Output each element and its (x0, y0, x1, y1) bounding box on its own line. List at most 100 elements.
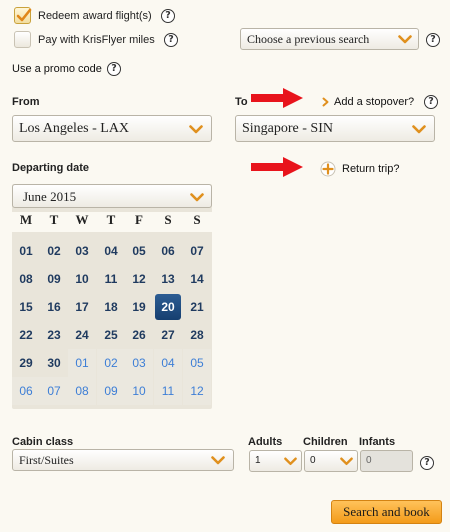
children-label: Children (303, 436, 348, 448)
plus-circle-icon[interactable] (320, 161, 336, 177)
calendar-day[interactable]: 07 (183, 237, 211, 265)
previous-search-value: Choose a previous search (247, 32, 370, 46)
adults-label: Adults (248, 436, 283, 448)
promo-code-link[interactable]: Use a promo code (12, 63, 102, 75)
month-value: June 2015 (23, 189, 77, 204)
departing-date-label: Departing date (12, 162, 90, 174)
previous-search-select[interactable]: Choose a previous search (240, 28, 419, 50)
calendar-day[interactable]: 17 (68, 293, 96, 321)
checkmark-icon (16, 8, 32, 22)
calendar-day[interactable]: 25 (97, 321, 125, 349)
calendar-day[interactable]: 19 (125, 293, 153, 321)
weekday-label: W (75, 212, 89, 227)
calendar-day[interactable]: 29 (12, 349, 40, 377)
calendar-day-next-month[interactable]: 04 (154, 349, 182, 377)
weekday-label: T (49, 212, 59, 227)
cabin-class-label: Cabin class (12, 436, 74, 448)
calendar-day-next-month[interactable]: 10 (125, 377, 153, 405)
cabin-class-value: First/Suites (19, 453, 74, 467)
chevron-down-icon (284, 457, 297, 466)
calendar-day[interactable]: 16 (40, 293, 68, 321)
chevron-right-icon (322, 97, 329, 107)
calendar-day[interactable]: 23 (40, 321, 68, 349)
children-select[interactable]: 0 (304, 450, 358, 472)
calendar-day[interactable]: 04 (97, 237, 125, 265)
cabin-class-select[interactable]: First/Suites (12, 449, 234, 471)
calendar-day-next-month[interactable]: 02 (97, 349, 125, 377)
pay-krisflyer-help-icon[interactable]: ? (164, 33, 178, 47)
calendar-day-next-month[interactable]: 12 (183, 377, 211, 405)
to-value: Singapore - SIN (242, 121, 333, 136)
calendar-day[interactable]: 22 (12, 321, 40, 349)
chevron-down-icon (398, 35, 412, 44)
calendar-day[interactable]: 28 (183, 321, 211, 349)
redeem-award-help-icon[interactable]: ? (161, 9, 175, 23)
calendar-day[interactable]: 26 (125, 321, 153, 349)
previous-search-help-icon[interactable]: ? (426, 33, 440, 47)
chevron-down-icon (412, 125, 426, 134)
redeem-award-checkbox[interactable] (14, 7, 32, 24)
infants-value: 0 (366, 455, 372, 466)
passengers-help-icon[interactable]: ? (420, 456, 434, 470)
calendar-day[interactable]: 03 (68, 237, 96, 265)
pay-krisflyer-checkbox[interactable] (14, 31, 31, 48)
calendar-day[interactable]: 15 (12, 293, 40, 321)
calendar-day-selected[interactable]: 20 (155, 294, 181, 320)
weekday-label: M (19, 212, 33, 227)
weekday-label: F (135, 212, 143, 227)
calendar-day[interactable]: 18 (97, 293, 125, 321)
weekday-label: S (193, 212, 201, 227)
red-arrow-icon (251, 157, 303, 177)
calendar-day[interactable]: 09 (40, 265, 68, 293)
calendar-day-next-month[interactable]: 06 (12, 377, 40, 405)
calendar-day[interactable]: 01 (12, 237, 40, 265)
to-select[interactable]: Singapore - SIN (235, 115, 435, 142)
redeem-award-label: Redeem award flight(s) (38, 10, 152, 22)
promo-code-help-icon[interactable]: ? (107, 62, 121, 76)
calendar-day[interactable]: 24 (68, 321, 96, 349)
adults-value: 1 (255, 455, 261, 466)
pay-krisflyer-label: Pay with KrisFlyer miles (38, 34, 155, 46)
search-and-book-button[interactable]: Search and book (331, 500, 442, 524)
chevron-down-icon (189, 125, 203, 134)
from-value: Los Angeles - LAX (19, 121, 130, 136)
calendar-day[interactable]: 12 (125, 265, 153, 293)
calendar-day[interactable]: 10 (68, 265, 96, 293)
calendar-day[interactable]: 13 (154, 265, 182, 293)
calendar-day-next-month[interactable]: 05 (183, 349, 211, 377)
calendar-day[interactable]: 14 (183, 265, 211, 293)
weekday-label: S (164, 212, 172, 227)
month-select[interactable]: June 2015 (12, 184, 212, 208)
adults-select[interactable]: 1 (249, 450, 302, 472)
calendar-day[interactable]: 30 (40, 349, 68, 377)
calendar-day-next-month[interactable]: 03 (125, 349, 153, 377)
calendar-day-next-month[interactable]: 01 (68, 349, 96, 377)
chevron-down-icon (211, 456, 225, 465)
chevron-down-icon (340, 457, 353, 466)
calendar-day[interactable]: 11 (97, 265, 125, 293)
children-value: 0 (310, 455, 316, 466)
red-arrow-icon (251, 88, 303, 108)
calendar-day-next-month[interactable]: 07 (40, 377, 68, 405)
weekday-header: MTWTFSS (12, 212, 212, 232)
calendar-day-next-month[interactable]: 09 (97, 377, 125, 405)
infants-label: Infants (359, 436, 396, 448)
calendar-day[interactable]: 21 (183, 293, 211, 321)
calendar: June 2015 MTWTFSS 01 02 03 04 05 06 07 08 09 10 11… (12, 184, 212, 409)
calendar-day[interactable]: 02 (40, 237, 68, 265)
infants-select[interactable]: 0 (360, 450, 413, 472)
calendar-day-next-month[interactable]: 11 (154, 377, 182, 405)
from-select[interactable]: Los Angeles - LAX (12, 115, 212, 142)
calendar-day[interactable]: 06 (154, 237, 182, 265)
to-label: To (235, 96, 248, 108)
calendar-day[interactable]: 27 (154, 321, 182, 349)
chevron-down-icon (190, 193, 204, 202)
return-trip-link[interactable]: Return trip? (342, 163, 399, 175)
weekday-label: T (106, 212, 116, 227)
calendar-day-next-month[interactable]: 08 (68, 377, 96, 405)
calendar-day[interactable]: 08 (12, 265, 40, 293)
stopover-help-icon[interactable]: ? (424, 95, 438, 109)
add-stopover-link[interactable]: Add a stopover? (334, 96, 414, 108)
calendar-day[interactable]: 05 (125, 237, 153, 265)
from-label: From (12, 96, 40, 108)
